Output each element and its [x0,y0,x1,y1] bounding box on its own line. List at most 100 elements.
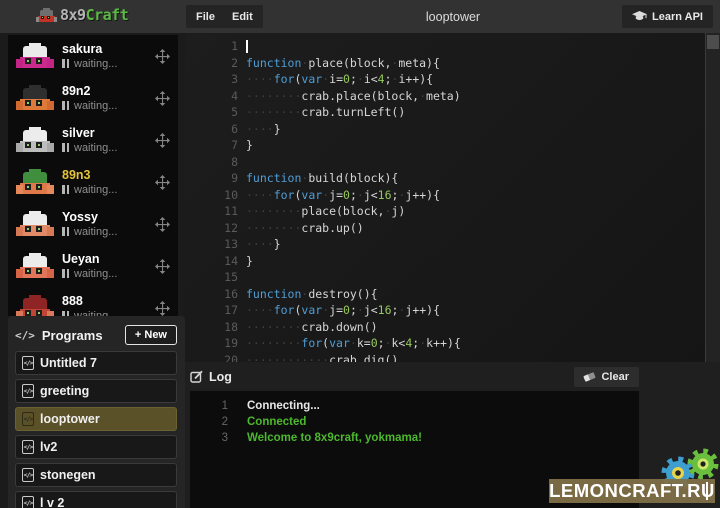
player-row[interactable]: silver waiting... [8,119,178,161]
file-menu-button[interactable]: File [186,5,225,28]
code-line[interactable]: 1 [185,38,720,55]
player-status-text: waiting... [74,268,117,280]
learn-api-button[interactable]: Learn API [622,5,713,28]
programs-header: </> Programs + New [15,323,177,347]
player-name: 888 [62,295,117,308]
pause-icon [62,101,69,110]
program-item[interactable]: </> lv2 [15,435,177,459]
player-row[interactable]: 888 waiting... [8,287,178,316]
move-arrows-icon[interactable] [155,217,170,232]
move-arrows-icon[interactable] [155,133,170,148]
move-arrows-icon[interactable] [155,91,170,106]
code-line[interactable]: 18 ········crab.down() [185,319,720,336]
code-text [238,269,246,286]
log-entry: 2 Connected [190,414,639,430]
player-status-text: waiting... [74,142,117,154]
player-name: Yossy [62,211,117,224]
code-line[interactable]: 12 ········crab.up() [185,220,720,237]
line-number: 8 [185,154,238,171]
line-number: 18 [185,319,238,336]
code-line[interactable]: 9 function·build(block){ [185,170,720,187]
editor-scrollbar-thumb[interactable] [707,35,719,49]
code-line[interactable]: 11 ········place(block,·j) [185,203,720,220]
code-line[interactable]: 15 [185,269,720,286]
text-cursor [246,40,248,53]
code-line[interactable]: 19 ········for(var·k=0;·k<4;·k++){ [185,335,720,352]
pause-icon [62,227,69,236]
code-line[interactable]: 16 function·destroy(){ [185,286,720,303]
player-name: Ueyan [62,253,117,266]
eraser-icon [584,372,596,382]
code-line[interactable]: 20 ············crab.dig() [185,352,720,363]
line-number: 7 [185,137,238,154]
graduation-cap-icon [632,11,647,22]
code-line[interactable]: 13 ····} [185,236,720,253]
code-line[interactable]: 8 [185,154,720,171]
code-line[interactable]: 7 } [185,137,720,154]
code-line[interactable]: 17 ····for(var·j=0;·j<16;·j++){ [185,302,720,319]
player-status: waiting... [62,142,117,154]
sidebar: sakura waiting... 89n2 [0,33,185,508]
code-lines: 1 2 function·place(block,·meta){ 3 ····f… [185,38,720,362]
player-status-text: waiting... [74,100,117,112]
line-number: 17 [185,302,238,319]
program-item[interactable]: </> greeting [15,379,177,403]
program-item[interactable]: </> looptower [15,407,177,431]
clear-log-button[interactable]: Clear [574,367,639,387]
new-program-button[interactable]: + New [125,325,177,345]
code-line[interactable]: 10 ····for(var·j=0;·j<16;·j++){ [185,187,720,204]
program-item[interactable]: </> Untitled 7 [15,351,177,375]
player-row[interactable]: 89n2 waiting... [8,77,178,119]
program-label: l v 2 [40,496,64,508]
player-avatar [16,85,54,112]
player-avatar [16,253,54,280]
line-number: 11 [185,203,238,220]
log-header: Log Clear [190,365,639,388]
program-item[interactable]: </> stonegen [15,463,177,487]
player-status: waiting... [62,184,117,196]
log-line-number: 1 [190,398,228,414]
player-row[interactable]: Ueyan waiting... [8,245,178,287]
player-name: silver [62,127,117,140]
code-text: function·destroy(){ [238,286,378,303]
edit-menu-button[interactable]: Edit [222,5,263,28]
code-text [238,38,246,55]
move-arrows-icon[interactable] [155,301,170,316]
player-name: 89n2 [62,85,117,98]
code-text: ········crab.up() [238,220,364,237]
program-file-icon: </> [22,496,34,508]
code-line[interactable]: 6 ····} [185,121,720,138]
player-status: waiting... [62,268,117,280]
code-text: ····for(var·j=0;·j<16;·j++){ [238,187,440,204]
line-number: 5 [185,104,238,121]
code-line[interactable]: 2 function·place(block,·meta){ [185,55,720,72]
program-label: stonegen [40,468,96,482]
code-editor[interactable]: 1 2 function·place(block,·meta){ 3 ····f… [185,33,720,362]
code-line[interactable]: 14 } [185,253,720,270]
editor-scrollbar[interactable] [705,33,720,362]
code-line[interactable]: 4 ········crab.place(block,·meta) [185,88,720,105]
player-status: waiting... [62,58,117,70]
move-arrows-icon[interactable] [155,175,170,190]
line-number: 14 [185,253,238,270]
move-arrows-icon[interactable] [155,49,170,64]
code-text: ········crab.turnLeft() [238,104,405,121]
line-number: 10 [185,187,238,204]
green-gear-icon [691,452,716,477]
code-line[interactable]: 5 ········crab.turnLeft() [185,104,720,121]
code-line[interactable]: 3 ····for(var·i=0;·i<4;·i++){ [185,71,720,88]
pause-icon [62,143,69,152]
code-text: function·place(block,·meta){ [238,55,440,72]
player-row[interactable]: 89n3 waiting... [8,161,178,203]
line-number: 13 [185,236,238,253]
line-number: 16 [185,286,238,303]
player-avatar [16,43,54,70]
program-file-icon: </> [22,440,34,454]
move-arrows-icon[interactable] [155,259,170,274]
player-row[interactable]: sakura waiting... [8,35,178,77]
player-row[interactable]: Yossy waiting... [8,203,178,245]
player-status: waiting... [62,226,117,238]
program-item[interactable]: </> l v 2 [15,491,177,508]
player-name: sakura [62,43,117,56]
code-text: ········crab.place(block,·meta) [238,88,461,105]
